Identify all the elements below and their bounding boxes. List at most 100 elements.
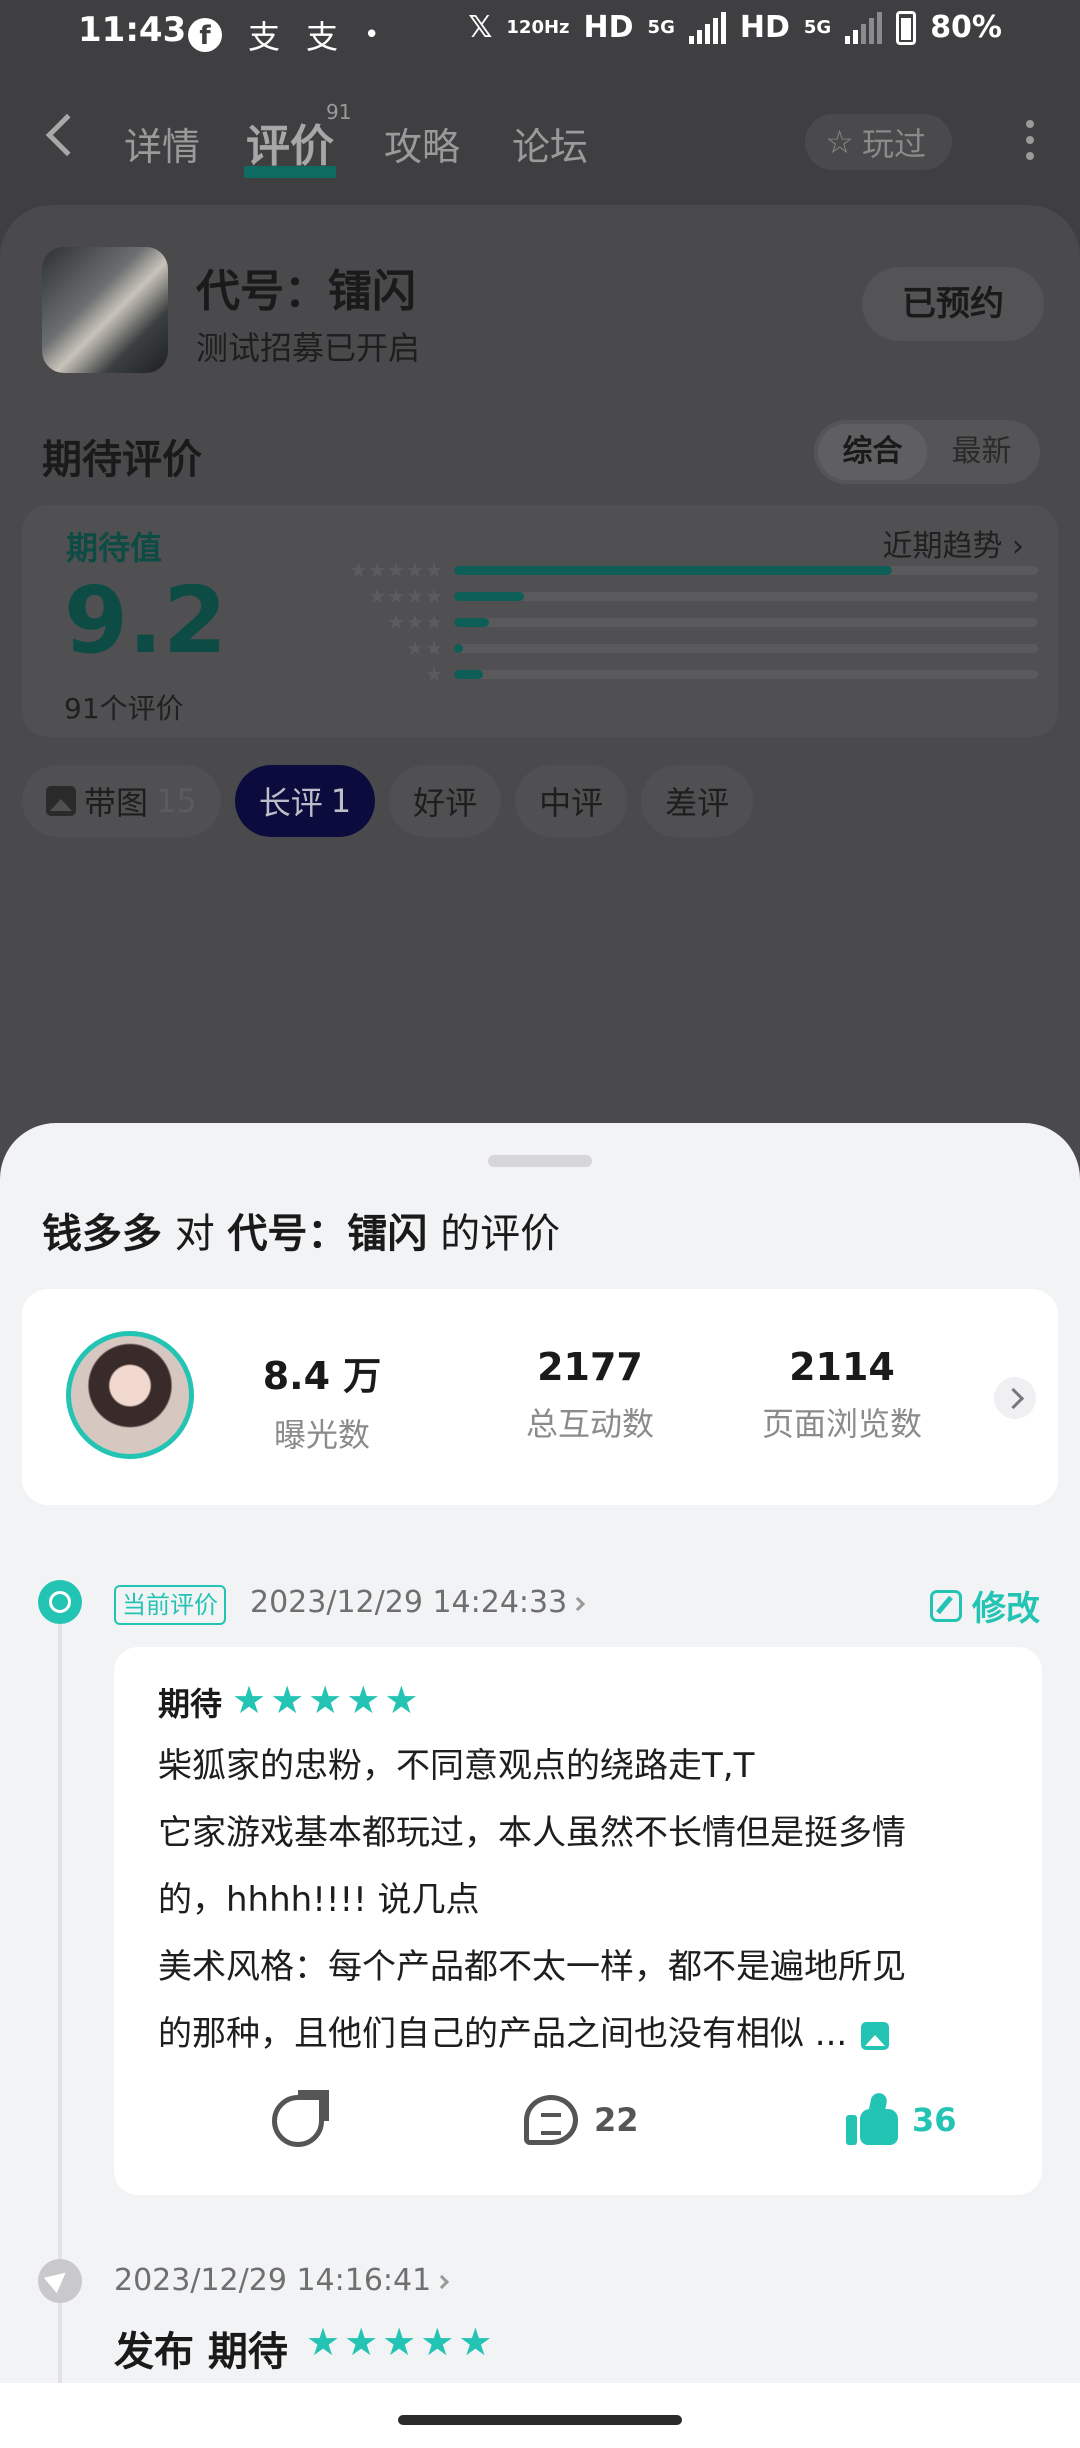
timeline-line: [58, 1603, 62, 2448]
tab-reviews-label: 评价: [246, 121, 334, 172]
distribution-fill: [454, 565, 892, 575]
previous-review-stars: ★ ★ ★ ★ ★: [306, 2323, 492, 2361]
x-icon: 𝕏: [468, 10, 493, 45]
comment-count: 22: [594, 2101, 639, 2139]
thumbs-up-icon[interactable]: [846, 2091, 900, 2147]
home-indicator[interactable]: [398, 2415, 682, 2425]
review-time-text: 2023/12/29 14:24:33: [250, 1585, 568, 1620]
comment-icon[interactable]: [524, 2095, 578, 2145]
review-line-last: 的那种，且他们自己的产品之间也没有相似 ...: [158, 2001, 988, 2068]
notification-dot: •: [364, 20, 380, 50]
sort-overall[interactable]: 综合: [818, 424, 927, 480]
sheet-drag-handle[interactable]: [488, 1155, 592, 1167]
distribution-row: ★★★★: [334, 583, 1038, 609]
current-review-badge: 当前评价: [114, 1585, 226, 1625]
like-count: 36: [912, 2101, 957, 2139]
image-icon: [861, 2021, 890, 2050]
chevron-right-icon[interactable]: [994, 1377, 1036, 1419]
distribution-fill: [454, 643, 463, 653]
status-bar: 11:43 f 支 支 • 𝕏 120Hz HD 5G HD 5G 80%: [0, 0, 1080, 64]
review-actions: 22 36: [114, 2090, 1042, 2151]
title-connector: 对: [174, 1211, 215, 1257]
review-line: 它家游戏基本都玩过，本人虽然不长情但是挺多情: [158, 1813, 906, 1853]
facebook-icon: f: [188, 18, 222, 52]
star-icon: ★: [270, 1678, 305, 1722]
filter-with-images[interactable]: 带图 15: [22, 765, 221, 837]
battery-level: 80%: [930, 10, 1002, 45]
star-icon: ★: [384, 1678, 419, 1722]
review-count: 91个评价: [64, 692, 184, 725]
tab-forum[interactable]: 论坛: [512, 116, 588, 171]
network-label-1: 5G: [647, 17, 675, 38]
user-review-sheet: 钱多多 对 代号：镭闪 的评价 8.4 万 曝光数 2177 总互动数 2114…: [0, 1123, 1080, 2448]
review-line: 柴狐家的忠粉，不同意观点的绕路走T,T: [158, 1746, 755, 1786]
review-card[interactable]: 期待 ★ ★ ★ ★ ★ 柴狐家的忠粉，不同意观点的绕路走T,T 它家游戏基本都玩过，本…: [114, 1647, 1042, 2195]
review-count-badge: 91: [326, 100, 352, 124]
previous-review-timestamp[interactable]: 2023/12/29 14:16:41: [114, 2263, 450, 2298]
filter-label: 中评: [539, 784, 604, 822]
review-filters: 带图 15 长评 1 好评 中评 差评: [22, 765, 754, 837]
back-arrow-icon[interactable]: [45, 113, 89, 157]
title-suffix: 的评价: [440, 1211, 561, 1257]
filter-count: 1: [330, 782, 352, 820]
star-icon: ★: [346, 1678, 381, 1722]
distribution-track: [454, 617, 1038, 627]
edit-label: 修改: [972, 1589, 1040, 1629]
distribution-star-icons: ★★★★: [368, 584, 444, 608]
section-title: 期待评价: [42, 437, 202, 483]
distribution-fill: [454, 591, 525, 601]
tab-guides[interactable]: 攻略: [384, 116, 460, 171]
review-time-text: 2023/12/29 14:16:41: [114, 2263, 432, 2298]
edit-button[interactable]: 修改: [930, 1581, 1040, 1630]
status-time: 11:43: [78, 10, 187, 50]
reserved-button[interactable]: 已预约: [862, 267, 1044, 341]
more-options-icon[interactable]: [1026, 120, 1034, 160]
previous-review-title: 发布 期待: [114, 2329, 288, 2375]
star-icon: ★: [344, 2320, 379, 2364]
game-title: 代号：镭闪: [196, 266, 416, 317]
reviewer-stats-card[interactable]: 8.4 万 曝光数 2177 总互动数 2114 页面浏览数: [22, 1289, 1058, 1505]
image-icon: [46, 786, 76, 816]
star-icon: ★: [308, 1678, 343, 1722]
sort-toggle: 综合 最新: [814, 420, 1040, 484]
star-icon: ★: [420, 2320, 455, 2364]
filter-long-review[interactable]: 长评 1: [234, 765, 376, 837]
refresh-rate-icon: 120Hz: [506, 17, 570, 38]
filter-label: 好评: [413, 784, 478, 822]
top-nav: 详情 评价 91 攻略 论坛 ☆ 玩过: [0, 90, 1080, 190]
tab-details[interactable]: 详情: [124, 116, 200, 171]
game-icon: [42, 247, 168, 373]
signal-icon-1: [688, 11, 726, 44]
tab-reviews[interactable]: 评价: [244, 110, 336, 178]
stat-label: 页面浏览数: [761, 1405, 922, 1443]
distribution-row: ★★★★★: [334, 557, 1038, 583]
share-icon[interactable]: [272, 2090, 329, 2147]
distribution-row: ★: [334, 661, 1038, 687]
distribution-track: [454, 643, 1038, 653]
stat-page-views: 2114 页面浏览数: [682, 1345, 1002, 1445]
rating-summary: 期待值 近期趋势 › 9.2 91个评价 ★★★★★ ★★★★ ★★★ ★★ ★: [22, 505, 1058, 737]
distribution-track: [454, 565, 1038, 575]
review-timestamp[interactable]: 2023/12/29 14:24:33: [250, 1585, 586, 1620]
filter-neutral[interactable]: 中评: [515, 765, 628, 837]
alipay-icon: 支: [248, 18, 281, 56]
network-label-2: 5G: [803, 17, 832, 38]
filter-positive[interactable]: 好评: [389, 765, 502, 837]
distribution-fill: [454, 617, 490, 627]
battery-icon: [896, 10, 917, 45]
alipay-icon-2: 支: [306, 18, 339, 56]
distribution-star-icons: ★★★★★: [349, 558, 444, 582]
distribution-track: [454, 591, 1038, 601]
sheet-title: 钱多多 对 代号：镭闪 的评价: [42, 1201, 560, 1259]
review-line: 美术风格：每个产品都不太一样，都不是遍地所见: [158, 1947, 906, 1987]
played-button[interactable]: ☆ 玩过: [805, 114, 952, 170]
reviewer-name[interactable]: 钱多多: [42, 1211, 162, 1257]
chevron-right-icon: [571, 1596, 586, 1611]
distribution-track: [454, 669, 1038, 679]
chevron-right-icon: [435, 2274, 450, 2289]
filter-count: 15: [156, 782, 197, 820]
title-game: 代号：镭闪: [227, 1211, 428, 1257]
filter-negative[interactable]: 差评: [641, 765, 754, 837]
sort-latest[interactable]: 最新: [927, 424, 1036, 480]
stat-value: 2114: [789, 1345, 895, 1389]
